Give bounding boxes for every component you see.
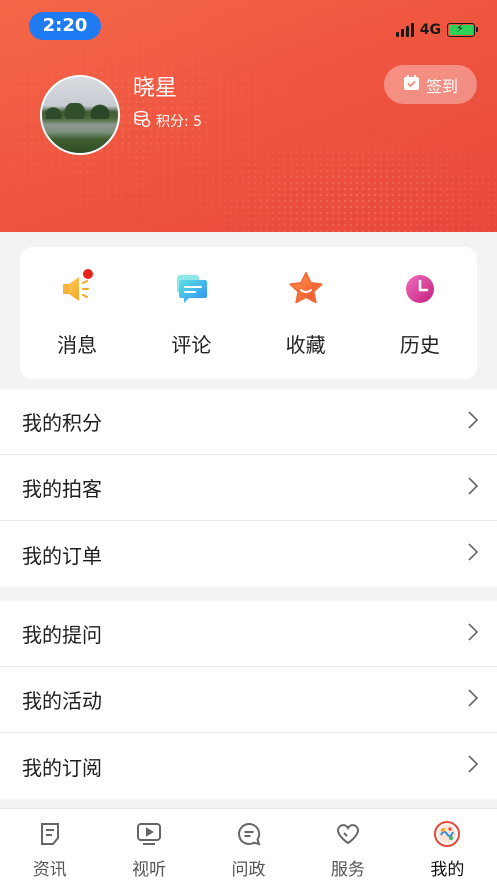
tab-label: 视听 [132, 860, 167, 880]
tab-label: 我的 [430, 860, 465, 880]
tab-video[interactable]: 视听 [99, 809, 198, 883]
menu-item-label: 我的订单 [22, 543, 102, 568]
tab-services[interactable]: 服务 [298, 809, 397, 883]
chevron-right-icon [467, 754, 479, 778]
comment-icon [169, 267, 213, 311]
quick-action-label: 消息 [57, 333, 98, 357]
quick-action-history[interactable]: 历史 [363, 247, 477, 379]
profile-logo-icon [434, 821, 461, 851]
avatar[interactable] [40, 75, 120, 155]
quick-action-messages[interactable]: 消息 [20, 247, 134, 379]
quick-action-label: 历史 [399, 333, 440, 357]
tab-label: 问政 [231, 860, 266, 880]
tab-news[interactable]: 资讯 [0, 809, 99, 883]
menu-item-subscriptions[interactable]: 我的订阅 [0, 733, 497, 799]
quick-actions-card: 消息 评论 收藏 历史 [20, 247, 477, 379]
points-summary[interactable]: 积分: 5 [133, 110, 202, 132]
status-time: 2:20 [29, 12, 101, 40]
megaphone-icon [55, 267, 99, 311]
coins-icon [133, 110, 151, 132]
menu-item-reporter[interactable]: 我的拍客 [0, 455, 497, 521]
chevron-right-icon [467, 476, 479, 500]
news-icon [37, 821, 63, 851]
quick-action-label: 收藏 [285, 333, 326, 357]
menu-item-orders[interactable]: 我的订单 [0, 521, 497, 587]
chevron-right-icon [467, 542, 479, 566]
chevron-right-icon [467, 622, 479, 646]
menu-item-label: 我的订阅 [22, 755, 102, 780]
profile-header: 2:20 4G ⚡ 晓星 积分: 5 签到 [0, 0, 497, 232]
star-icon [284, 267, 328, 311]
clock-icon [398, 267, 442, 311]
signal-icon [395, 23, 414, 37]
menu-item-events[interactable]: 我的活动 [0, 667, 497, 733]
quick-action-favorites[interactable]: 收藏 [249, 247, 363, 379]
status-indicators: 4G ⚡ [395, 20, 478, 40]
tab-profile[interactable]: 我的 [398, 809, 497, 883]
bottom-tab-bar: 资讯 视听 问政 服务 我的 [0, 808, 497, 883]
menu-item-label: 我的活动 [22, 689, 102, 713]
points-text: 积分: 5 [156, 114, 203, 130]
quick-action-label: 评论 [171, 333, 212, 357]
username: 晓星 [133, 76, 178, 101]
tab-label: 资讯 [32, 860, 67, 880]
tab-politics[interactable]: 问政 [199, 809, 298, 883]
tab-label: 服务 [330, 860, 365, 880]
chat-icon [236, 821, 262, 851]
checkin-label: 签到 [425, 76, 458, 96]
menu-item-questions[interactable]: 我的提问 [0, 601, 497, 667]
checkin-button[interactable]: 签到 [384, 65, 477, 104]
network-type: 4G [419, 22, 441, 38]
heart-icon [335, 821, 361, 851]
menu-item-label: 我的积分 [22, 411, 102, 435]
chevron-right-icon [467, 410, 479, 434]
quick-action-comments[interactable]: 评论 [134, 247, 248, 379]
calendar-check-icon [403, 74, 420, 95]
menu-item-label: 我的提问 [22, 623, 102, 647]
menu-item-points[interactable]: 我的积分 [0, 389, 497, 455]
video-icon [136, 821, 162, 851]
battery-icon: ⚡ [447, 23, 478, 37]
menu-group-account: 我的积分 我的拍客 我的订单 [0, 389, 497, 587]
menu-group-activity: 我的提问 我的活动 我的订阅 [0, 601, 497, 799]
chevron-right-icon [467, 688, 479, 712]
menu-item-label: 我的拍客 [22, 477, 102, 501]
